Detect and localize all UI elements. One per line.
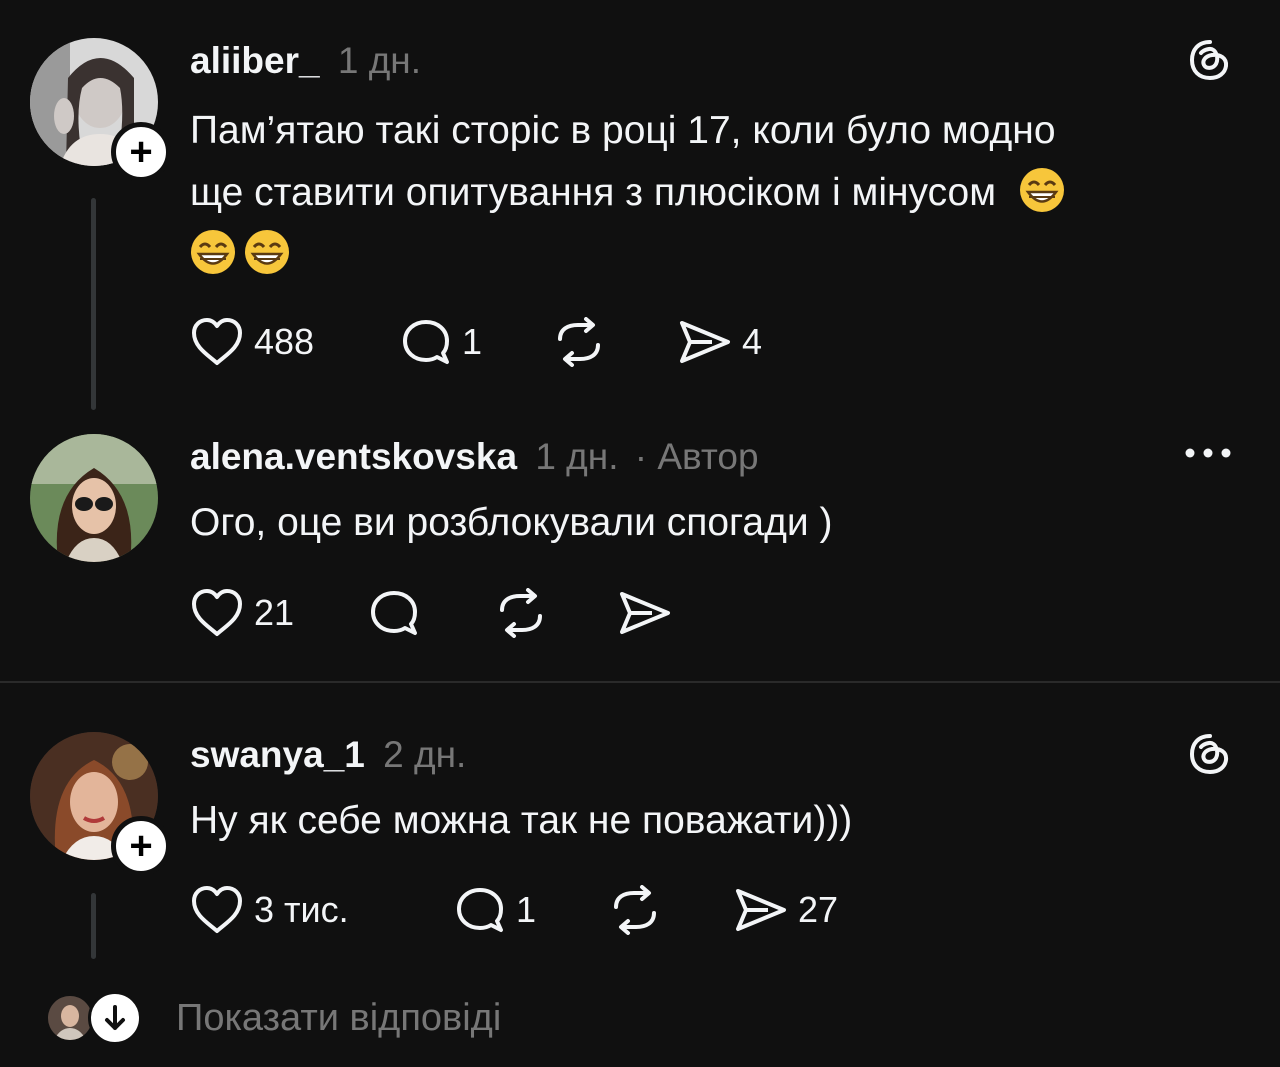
- heart-icon: [192, 589, 242, 636]
- post-text-line-2-text: ще ставити опитування з плюсіком і мінус…: [190, 171, 997, 214]
- post-time: 2 дн.: [383, 734, 467, 775]
- author-badge: · Автор: [634, 436, 759, 477]
- send-icon: [620, 592, 670, 634]
- post-text-line-1: Пам’ятаю такі сторіс в році 17, коли бул…: [190, 109, 1056, 152]
- post-header: swanya_1 2 дн.: [190, 734, 466, 776]
- share-button[interactable]: [618, 583, 672, 643]
- thread-line: [91, 198, 96, 410]
- avatar[interactable]: [30, 434, 158, 562]
- repost-icon: [558, 317, 600, 367]
- share-count: 4: [742, 321, 763, 362]
- share-button[interactable]: 27: [734, 880, 838, 940]
- send-icon: [680, 321, 730, 363]
- like-count: 3 тис.: [254, 889, 349, 930]
- username[interactable]: alena.ventskovska: [190, 436, 517, 477]
- post-actions: 21: [190, 583, 790, 643]
- follow-plus-button[interactable]: +: [111, 816, 171, 876]
- post-actions: 3 тис. 1 27: [190, 880, 890, 940]
- like-count: 21: [254, 592, 295, 633]
- like-button[interactable]: 488: [190, 312, 314, 372]
- share-count: 27: [798, 889, 839, 930]
- repost-button[interactable]: [608, 880, 662, 940]
- post-header: alena.ventskovska 1 дн. · Автор: [190, 436, 759, 478]
- like-button[interactable]: 21: [190, 583, 294, 643]
- follow-plus-button[interactable]: +: [111, 122, 171, 182]
- post-text: Пам’ятаю такі сторіс в році 17, коли бул…: [190, 100, 1250, 286]
- repost-icon: [500, 588, 542, 638]
- post-text: Ну як себе можна так не поважати))): [190, 799, 853, 842]
- repost-button[interactable]: [552, 312, 606, 372]
- post-actions: 488 1 4: [190, 312, 890, 372]
- post-alena: alena.ventskovska 1 дн. · Автор Ого, оце…: [0, 420, 1280, 680]
- username[interactable]: aliiber_: [190, 40, 320, 81]
- more-icon[interactable]: [1184, 446, 1232, 465]
- reply-count: 1: [462, 321, 483, 362]
- grinning-face-emoji: [1019, 168, 1064, 212]
- grinning-face-emoji: [191, 230, 235, 274]
- comment-icon: [403, 320, 449, 364]
- post-time: 1 дн.: [535, 436, 619, 477]
- comment-icon: [457, 888, 503, 932]
- comment-icon: [371, 591, 417, 635]
- like-button[interactable]: 3 тис.: [190, 880, 349, 940]
- reply-button[interactable]: [368, 583, 420, 643]
- send-icon: [736, 889, 786, 931]
- reply-button[interactable]: 1: [400, 312, 482, 372]
- repost-icon: [614, 885, 656, 935]
- threads-icon[interactable]: [1188, 732, 1232, 781]
- reply-avatar: [48, 996, 92, 1040]
- show-replies-label: Показати відповіді: [176, 996, 502, 1039]
- heart-icon: [192, 886, 242, 933]
- post-aliiber: + aliiber_ 1 дн. Пам’ятаю такі сторіс в …: [0, 0, 1280, 420]
- post-time: 1 дн.: [337, 40, 422, 81]
- threads-icon[interactable]: [1188, 38, 1232, 87]
- reply-count: 1: [516, 889, 537, 930]
- thread-line: [91, 893, 96, 959]
- post-text-line-3: [190, 224, 1250, 286]
- reply-button[interactable]: 1: [454, 880, 536, 940]
- post-text-line-2: ще ставити опитування з плюсіком і мінус…: [190, 162, 1250, 224]
- like-count: 488: [254, 321, 315, 362]
- username[interactable]: swanya_1: [190, 734, 365, 775]
- arrow-down-icon: [88, 991, 142, 1045]
- post-header: aliiber_ 1 дн.: [190, 40, 421, 82]
- share-button[interactable]: 4: [678, 312, 762, 372]
- heart-icon: [192, 318, 242, 365]
- grinning-face-emoji: [245, 230, 289, 274]
- repost-button[interactable]: [494, 583, 548, 643]
- post-text: Ого, оце ви розблокували спогади ): [190, 501, 833, 544]
- post-divider: [0, 681, 1280, 683]
